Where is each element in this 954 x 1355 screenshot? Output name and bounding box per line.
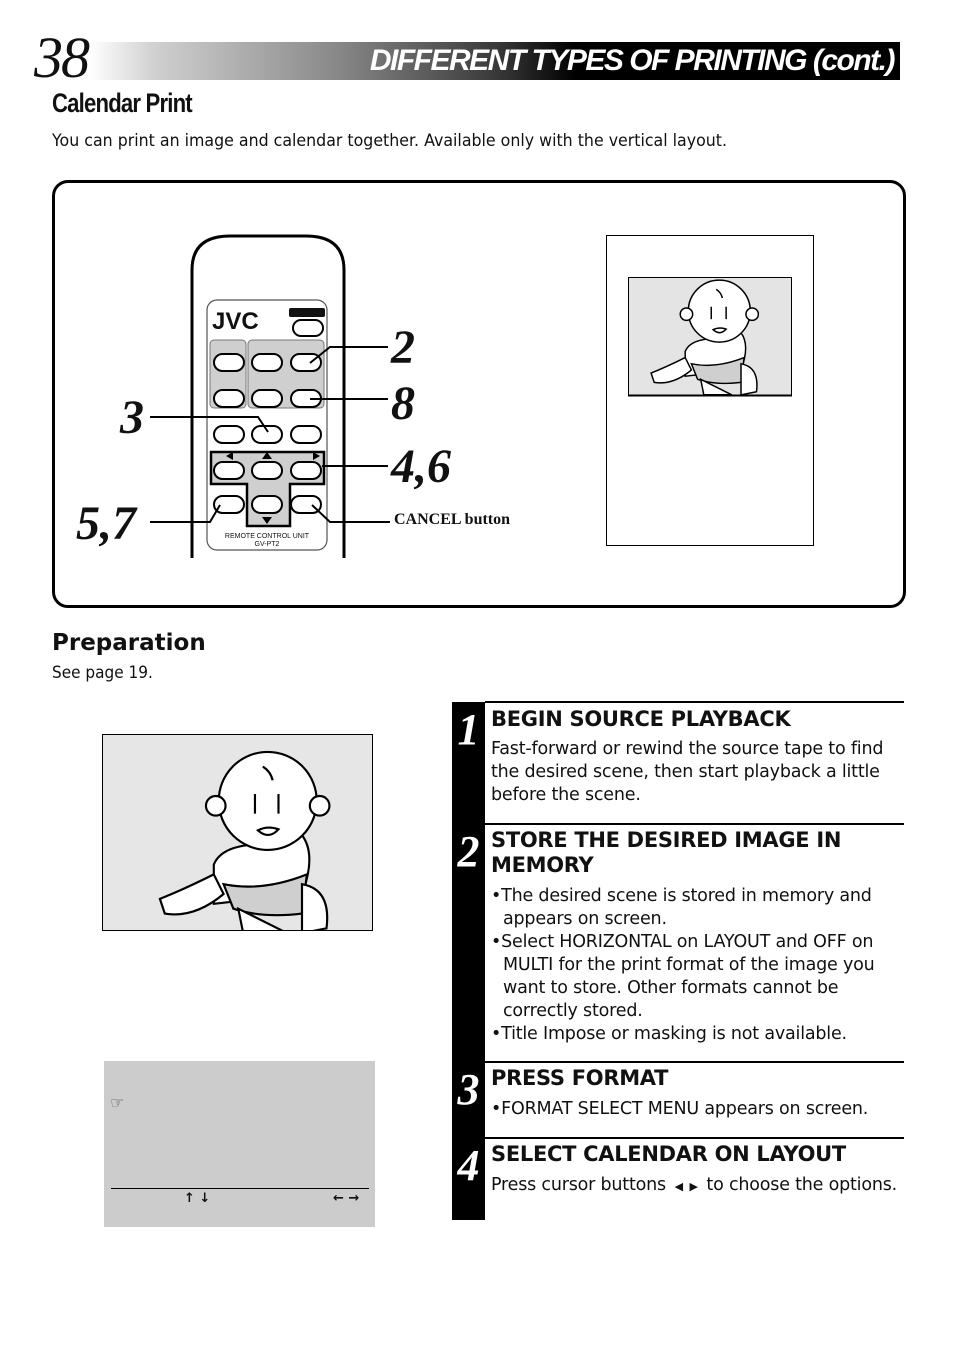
cancel-button-label: CANCEL button [394, 511, 511, 528]
step-3-title: PRESS FORMAT [491, 1066, 669, 1090]
step-4-title: SELECT CALENDAR ON LAYOUT [491, 1142, 846, 1166]
remote-model: GV-PT2 [255, 541, 280, 548]
preparation-heading: Preparation [52, 630, 206, 656]
step-divider [485, 1061, 904, 1063]
callout-3: 3 [120, 391, 144, 444]
preparation-text: See page 19. [52, 663, 153, 683]
button-format [251, 425, 283, 444]
callout-4-6: 4,6 [391, 440, 451, 493]
step-4-text-before: Press cursor buttons [491, 1175, 666, 1195]
menu-divider [111, 1188, 369, 1189]
step-2-bullet: •The desired scene is stored in memory a… [491, 886, 872, 929]
step-3-number: 3 [457, 1065, 480, 1114]
page-number: 38 [34, 25, 90, 90]
remote-brand-logo: JVC [212, 308, 259, 335]
button-right [290, 461, 322, 480]
step-2-body: •The desired scene is stored in memory a… [491, 885, 901, 1046]
format-select-menu-screen: ☞ ↑ ↓ ← → [104, 1061, 375, 1227]
step-3-body: •FORMAT SELECT MENU appears on screen. [491, 1098, 901, 1121]
step-2-bullet: •Title Impose or masking is not availabl… [491, 1024, 847, 1044]
up-down-arrows-icon: ↑ ↓ [184, 1191, 211, 1206]
button-up [251, 461, 283, 480]
baby-image-small [628, 277, 792, 397]
page-title: DIFFERENT TYPES OF PRINTING (cont.) [369, 44, 896, 77]
button-step-5-7 [213, 495, 245, 514]
callout-2: 2 [391, 321, 415, 374]
remote-indicator [289, 308, 325, 317]
button-top [292, 319, 324, 337]
intro-text: You can print an image and calendar toge… [52, 131, 728, 151]
step-1-number: 1 [457, 705, 480, 754]
step-1-title: BEGIN SOURCE PLAYBACK [491, 707, 791, 731]
step-4-body: Press cursor buttons ◀ ▶ to choose the o… [491, 1174, 901, 1198]
stored-image-screen [102, 734, 373, 935]
step-2-bullet: •Select HORIZONTAL on LAYOUT and OFF on … [491, 932, 875, 1021]
step-2-title: STORE THE DESIRED IMAGE IN MEMORY [491, 828, 842, 877]
remote-label: REMOTE CONTROL UNIT [225, 533, 310, 540]
step-2-number: 2 [457, 827, 480, 876]
baby-image-large [158, 750, 331, 935]
step-divider [485, 701, 904, 703]
right-cursor-icon: ▶ [689, 1180, 702, 1193]
callout-5-7: 5,7 [76, 497, 136, 550]
left-cursor-icon: ◀ [671, 1180, 690, 1193]
pointing-hand-icon: ☞ [110, 1093, 125, 1112]
button-down [251, 495, 283, 514]
calendar-print-preview [606, 235, 814, 546]
step-divider [485, 1137, 904, 1139]
step-divider [485, 823, 904, 825]
section-heading: Calendar Print [52, 88, 193, 118]
step-1-body: Fast-forward or rewind the source tape t… [491, 739, 884, 805]
left-right-arrows-icon: ← → [333, 1191, 360, 1206]
callout-8: 8 [391, 377, 415, 430]
step-3-bullet: •FORMAT SELECT MENU appears on screen. [491, 1099, 869, 1119]
button-left [213, 461, 245, 480]
step-4-number: 4 [457, 1141, 480, 1190]
step-4-text-after: to choose the options. [706, 1175, 898, 1195]
